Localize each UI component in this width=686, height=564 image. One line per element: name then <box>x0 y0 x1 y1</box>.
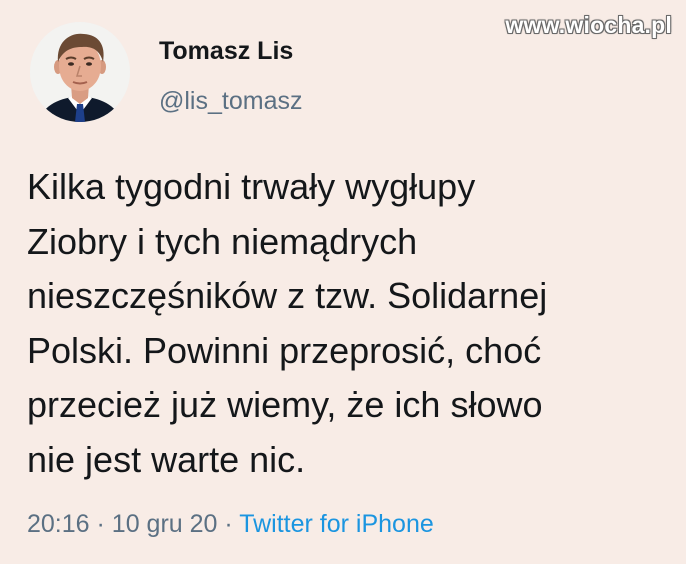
tweet-text: Kilka tygodni trwały wygłupy Ziobry i ty… <box>27 166 548 480</box>
display-name[interactable]: Tomasz Lis <box>159 34 293 68</box>
user-handle[interactable]: @lis_tomasz <box>159 84 302 118</box>
tweet-meta: 20:16 · 10 gru 20 · Twitter for iPhone <box>27 507 434 541</box>
tweet-date[interactable]: 10 gru 20 <box>112 510 218 538</box>
profile-photo-icon <box>30 22 130 122</box>
tweet-card: Tomasz Lis @lis_tomasz Kilka tygodni trw… <box>0 0 686 564</box>
avatar[interactable] <box>30 22 130 122</box>
site-watermark: www.wiocha.pl <box>505 12 672 38</box>
meta-separator: · <box>96 510 105 538</box>
tweet-source-link[interactable]: Twitter for iPhone <box>239 510 434 538</box>
tweet-time[interactable]: 20:16 <box>27 510 90 538</box>
meta-separator: · <box>224 510 233 538</box>
